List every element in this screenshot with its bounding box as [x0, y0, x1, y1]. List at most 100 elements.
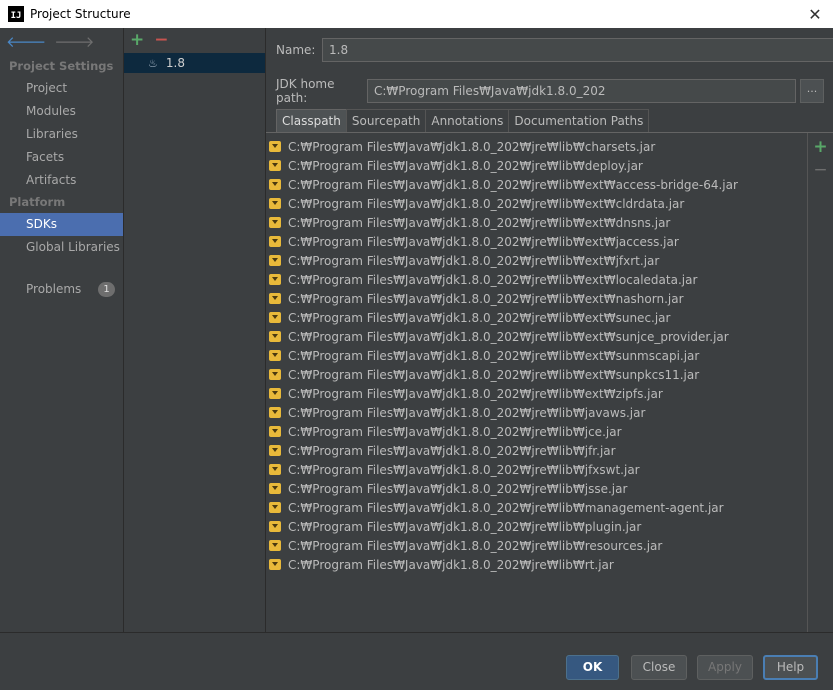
list-item-path: C:₩Program Files₩Java₩jdk1.8.0_202₩jre₩l… — [288, 139, 656, 154]
remove-sdk-icon[interactable]: − — [154, 32, 168, 49]
jar-icon — [269, 160, 281, 171]
nav-item-problems[interactable]: Problems 1 — [0, 278, 123, 301]
list-item-path: C:₩Program Files₩Java₩jdk1.8.0_202₩jre₩l… — [288, 405, 646, 420]
nav-item-project[interactable]: Project — [0, 77, 123, 100]
list-item-path: C:₩Program Files₩Java₩jdk1.8.0_202₩jre₩l… — [288, 253, 660, 268]
nav-item-modules[interactable]: Modules — [0, 100, 123, 123]
list-item[interactable]: C:₩Program Files₩Java₩jdk1.8.0_202₩jre₩l… — [266, 156, 807, 175]
jar-icon — [269, 255, 281, 266]
list-item-path: C:₩Program Files₩Java₩jdk1.8.0_202₩jre₩l… — [288, 272, 698, 287]
platform-settings-header: Platform Settings — [9, 195, 66, 230]
list-item-path: C:₩Program Files₩Java₩jdk1.8.0_202₩jre₩l… — [288, 310, 671, 325]
name-field[interactable]: 1.8 — [322, 38, 833, 62]
list-item-path: C:₩Program Files₩Java₩jdk1.8.0_202₩jre₩l… — [288, 177, 738, 192]
sdk-list-panel: + − ♨ 1.8 — [124, 28, 266, 632]
list-item-path: C:₩Program Files₩Java₩jdk1.8.0_202₩jre₩l… — [288, 519, 642, 534]
add-sdk-icon[interactable]: + — [130, 32, 144, 49]
list-item[interactable]: C:₩Program Files₩Java₩jdk1.8.0_202₩jre₩l… — [266, 194, 807, 213]
nav-item-libraries[interactable]: Libraries — [0, 123, 123, 146]
apply-button[interactable]: Apply — [697, 655, 753, 680]
tab-documentation-paths[interactable]: Documentation Paths — [508, 109, 650, 132]
nav-item-sdks[interactable]: SDKs — [0, 213, 123, 236]
list-item-path: C:₩Program Files₩Java₩jdk1.8.0_202₩jre₩l… — [288, 462, 640, 477]
list-item[interactable]: C:₩Program Files₩Java₩jdk1.8.0_202₩jre₩l… — [266, 403, 807, 422]
jar-icon — [269, 369, 281, 380]
list-item[interactable]: C:₩Program Files₩Java₩jdk1.8.0_202₩jre₩l… — [266, 175, 807, 194]
nav-item-global-libraries[interactable]: Global Libraries — [0, 236, 123, 259]
jar-icon — [269, 236, 281, 247]
classpath-list[interactable]: C:₩Program Files₩Java₩jdk1.8.0_202₩jre₩l… — [266, 133, 807, 632]
title-bar: IJ Project Structure ✕ — [0, 0, 833, 28]
ok-button[interactable]: OK — [566, 655, 619, 680]
list-item[interactable]: C:₩Program Files₩Java₩jdk1.8.0_202₩jre₩l… — [266, 555, 807, 574]
close-button[interactable]: Close — [631, 655, 687, 680]
list-item[interactable]: C:₩Program Files₩Java₩jdk1.8.0_202₩jre₩l… — [266, 270, 807, 289]
list-item[interactable]: C:₩Program Files₩Java₩jdk1.8.0_202₩jre₩l… — [266, 289, 807, 308]
jar-icon — [269, 274, 281, 285]
java-cup-icon: ♨ — [148, 56, 158, 70]
list-item[interactable]: C:₩Program Files₩Java₩jdk1.8.0_202₩jre₩l… — [266, 384, 807, 403]
sdk-item[interactable]: ♨ 1.8 — [124, 53, 265, 73]
list-item[interactable]: C:₩Program Files₩Java₩jdk1.8.0_202₩jre₩l… — [266, 536, 807, 555]
list-item-path: C:₩Program Files₩Java₩jdk1.8.0_202₩jre₩l… — [288, 348, 700, 363]
jar-icon — [269, 293, 281, 304]
help-button[interactable]: Help — [763, 655, 818, 680]
classpath-listbox: C:₩Program Files₩Java₩jdk1.8.0_202₩jre₩l… — [266, 132, 833, 632]
list-item[interactable]: C:₩Program Files₩Java₩jdk1.8.0_202₩jre₩l… — [266, 308, 807, 327]
list-item-path: C:₩Program Files₩Java₩jdk1.8.0_202₩jre₩l… — [288, 291, 684, 306]
jar-icon — [269, 198, 281, 209]
add-path-icon[interactable]: + — [813, 139, 827, 156]
list-item[interactable]: C:₩Program Files₩Java₩jdk1.8.0_202₩jre₩l… — [266, 422, 807, 441]
close-window-icon[interactable]: ✕ — [805, 4, 825, 24]
list-item[interactable]: C:₩Program Files₩Java₩jdk1.8.0_202₩jre₩l… — [266, 517, 807, 536]
problems-label: Problems — [26, 282, 82, 296]
intellij-icon: IJ — [8, 6, 24, 22]
list-item[interactable]: C:₩Program Files₩Java₩jdk1.8.0_202₩jre₩l… — [266, 441, 807, 460]
classpath-toolbar: + − — [807, 133, 833, 632]
jar-icon — [269, 179, 281, 190]
jar-icon — [269, 521, 281, 532]
jar-icon — [269, 540, 281, 551]
list-item-path: C:₩Program Files₩Java₩jdk1.8.0_202₩jre₩l… — [288, 481, 628, 496]
problems-count-badge: 1 — [98, 282, 115, 297]
back-arrow-icon[interactable]: 🡐 — [6, 34, 46, 50]
list-item[interactable]: C:₩Program Files₩Java₩jdk1.8.0_202₩jre₩l… — [266, 479, 807, 498]
list-item[interactable]: C:₩Program Files₩Java₩jdk1.8.0_202₩jre₩l… — [266, 232, 807, 251]
path-tabs: Classpath Sourcepath Annotations Documen… — [276, 109, 650, 132]
jar-icon — [269, 331, 281, 342]
list-item[interactable]: C:₩Program Files₩Java₩jdk1.8.0_202₩jre₩l… — [266, 346, 807, 365]
list-item[interactable]: C:₩Program Files₩Java₩jdk1.8.0_202₩jre₩l… — [266, 251, 807, 270]
list-item[interactable]: C:₩Program Files₩Java₩jdk1.8.0_202₩jre₩l… — [266, 365, 807, 384]
dialog-buttons: OK Close Apply Help — [0, 632, 833, 690]
nav-item-facets[interactable]: Facets — [0, 146, 123, 169]
list-item-path: C:₩Program Files₩Java₩jdk1.8.0_202₩jre₩l… — [288, 158, 643, 173]
project-settings-header: Project Settings — [9, 59, 114, 73]
remove-path-icon[interactable]: − — [813, 162, 827, 179]
forward-arrow-icon[interactable]: 🡒 — [54, 34, 94, 50]
list-item[interactable]: C:₩Program Files₩Java₩jdk1.8.0_202₩jre₩l… — [266, 327, 807, 346]
browse-button[interactable]: ... — [800, 79, 824, 103]
list-item-path: C:₩Program Files₩Java₩jdk1.8.0_202₩jre₩l… — [288, 443, 616, 458]
list-item[interactable]: C:₩Program Files₩Java₩jdk1.8.0_202₩jre₩l… — [266, 460, 807, 479]
jdk-home-field[interactable]: C:₩Program Files₩Java₩jdk1.8.0_202 — [367, 79, 796, 103]
list-item-path: C:₩Program Files₩Java₩jdk1.8.0_202₩jre₩l… — [288, 329, 729, 344]
list-item[interactable]: C:₩Program Files₩Java₩jdk1.8.0_202₩jre₩l… — [266, 213, 807, 232]
list-item[interactable]: C:₩Program Files₩Java₩jdk1.8.0_202₩jre₩l… — [266, 498, 807, 517]
list-item-path: C:₩Program Files₩Java₩jdk1.8.0_202₩jre₩l… — [288, 557, 614, 572]
list-item-path: C:₩Program Files₩Java₩jdk1.8.0_202₩jre₩l… — [288, 367, 700, 382]
list-item-path: C:₩Program Files₩Java₩jdk1.8.0_202₩jre₩l… — [288, 386, 663, 401]
list-item-path: C:₩Program Files₩Java₩jdk1.8.0_202₩jre₩l… — [288, 215, 671, 230]
window-title: Project Structure — [30, 7, 131, 21]
history-nav: 🡐 🡒 — [0, 28, 123, 56]
jar-icon — [269, 559, 281, 570]
nav-item-artifacts[interactable]: Artifacts — [0, 169, 123, 192]
jar-icon — [269, 483, 281, 494]
tab-sourcepath[interactable]: Sourcepath — [345, 109, 427, 132]
list-item-path: C:₩Program Files₩Java₩jdk1.8.0_202₩jre₩l… — [288, 424, 622, 439]
list-item[interactable]: C:₩Program Files₩Java₩jdk1.8.0_202₩jre₩l… — [266, 137, 807, 156]
tab-annotations[interactable]: Annotations — [425, 109, 510, 132]
list-item-path: C:₩Program Files₩Java₩jdk1.8.0_202₩jre₩l… — [288, 538, 663, 553]
jar-icon — [269, 445, 281, 456]
tab-classpath[interactable]: Classpath — [276, 109, 347, 132]
